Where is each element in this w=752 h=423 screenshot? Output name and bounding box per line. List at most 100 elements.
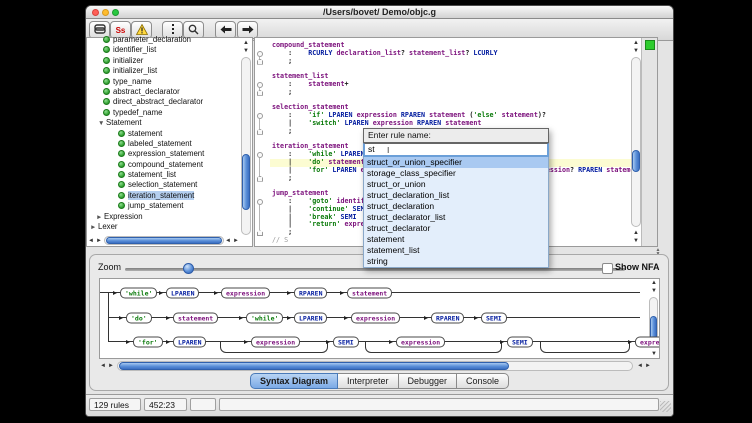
diagram-node-statement[interactable]: statement [173, 312, 218, 323]
tree-rule-type_name[interactable]: type_name [88, 77, 240, 87]
tree-scroll-right-button-2[interactable]: ► [232, 237, 240, 245]
rule-suggestion-item[interactable]: struct_or_union_specifier [364, 157, 548, 168]
railroad-diagram: ▲ ▼ ▲ ▼ 'while'LPARENexpressionRPARENsta… [99, 278, 660, 359]
tree-group-Lexer[interactable]: ►Lexer [88, 222, 240, 232]
tree-rule-typedef_name[interactable]: typedef_name [88, 108, 240, 118]
tree-horizontal-scrollbar[interactable] [104, 236, 224, 245]
tree-rule-direct_abstract_declarator[interactable]: direct_abstract_declarator [88, 97, 240, 107]
diagram-scroll-right-button-2[interactable]: ► [644, 362, 652, 370]
fold-open-icon[interactable] [257, 199, 263, 205]
tab-syntax-diagram[interactable]: Syntax Diagram [250, 373, 338, 389]
tree-rule-statement[interactable]: statement [88, 129, 240, 139]
diagram-node-LPAREN[interactable]: LPAREN [294, 312, 327, 323]
diagram-node-SEMI[interactable]: SEMI [333, 336, 359, 347]
tree-rule-identifier_list[interactable]: identifier_list [88, 45, 240, 55]
rule-suggestion-item[interactable]: struct_declarator [364, 223, 548, 234]
fold-open-icon[interactable] [257, 113, 263, 119]
diagram-scroll-up-button[interactable]: ▲ [649, 279, 659, 287]
diagram-node-SEMI[interactable]: SEMI [481, 312, 507, 323]
tree-vertical-scrollbar[interactable] [241, 57, 251, 235]
editor-scroll-down-button[interactable]: ▼ [631, 47, 641, 55]
editor-vertical-scroll-thumb[interactable] [632, 150, 640, 172]
diagram-scroll-down-button[interactable]: ▼ [649, 287, 659, 295]
diagram-node-for[interactable]: 'for' [133, 336, 163, 347]
diagram-node-expression[interactable]: expression [351, 312, 400, 323]
rule-suggestion-item[interactable]: storage_class_specifier [364, 168, 548, 179]
tree-rule-abstract_declarator[interactable]: abstract_declarator [88, 87, 240, 97]
diagram-node-do[interactable]: 'do' [126, 312, 152, 323]
rule-icon [118, 181, 125, 188]
tab-debugger[interactable]: Debugger [399, 373, 458, 389]
editor-scroll-up-button-2[interactable]: ▲ [631, 229, 641, 237]
fold-open-icon[interactable] [257, 152, 263, 158]
diagram-node-RPAREN[interactable]: RPAREN [431, 312, 464, 323]
tree-vertical-scroll-thumb[interactable] [242, 154, 250, 210]
title-bar[interactable]: /Users/bovet/ Demo/objc.g [86, 6, 673, 19]
chevron-right-icon[interactable]: ► [90, 223, 98, 233]
diagram-node-expression[interactable]: expression [635, 336, 660, 347]
diagram-vertical-scrollbar[interactable] [649, 297, 658, 340]
tree-rule-initializer_list[interactable]: initializer_list [88, 66, 240, 76]
tree-rule-jump_statement[interactable]: jump_statement [88, 201, 240, 211]
fold-close-icon[interactable] [257, 59, 263, 65]
zoom-slider[interactable] [125, 268, 625, 271]
diagram-horizontal-scroll-thumb[interactable] [119, 362, 509, 370]
tree-item-label: expression_statement [128, 149, 204, 158]
tree-rule-initializer[interactable]: initializer [88, 56, 240, 66]
fold-close-icon[interactable] [257, 90, 263, 96]
tree-rule-parameter_declaration[interactable]: parameter_declaration [88, 35, 240, 45]
diagram-node-RPAREN[interactable]: RPAREN [294, 287, 327, 298]
fold-close-icon[interactable] [257, 230, 263, 236]
tree-rule-compound_statement[interactable]: compound_statement [88, 160, 240, 170]
resize-grip[interactable] [660, 401, 671, 412]
editor-scroll-up-button[interactable]: ▲ [631, 39, 641, 47]
tree-scroll-left-button[interactable]: ◄ [87, 237, 95, 245]
rule-icon [118, 150, 125, 157]
tab-interpreter[interactable]: Interpreter [338, 373, 399, 389]
tree-scroll-right-button[interactable]: ► [95, 237, 103, 245]
tree-scroll-down-button[interactable]: ▼ [241, 47, 251, 55]
diagram-scroll-right-button[interactable]: ► [107, 362, 115, 370]
diagram-node-LPAREN[interactable]: LPAREN [166, 287, 199, 298]
tree-scroll-left-button-2[interactable]: ◄ [224, 237, 232, 245]
rule-suggestion-item[interactable]: statement [364, 234, 548, 245]
diagram-scroll-left-button[interactable]: ◄ [99, 362, 107, 370]
tree-scroll-up-button[interactable]: ▲ [241, 39, 251, 47]
rule-suggestion-item[interactable]: struct_declaration_list [364, 190, 548, 201]
rule-suggestion-item[interactable]: struct_declarator_list [364, 212, 548, 223]
tree-rule-expression_statement[interactable]: expression_statement [88, 149, 240, 159]
show-nfa-checkbox[interactable] [602, 263, 613, 274]
diagram-node-while[interactable]: 'while' [246, 312, 283, 323]
editor-scroll-down-button-2[interactable]: ▼ [631, 237, 641, 245]
diagram-horizontal-scrollbar[interactable] [117, 361, 633, 371]
diagram-node-LPAREN[interactable]: LPAREN [173, 336, 206, 347]
rule-suggestion-item[interactable]: struct_declaration [364, 201, 548, 212]
tree-horizontal-scroll-thumb[interactable] [106, 237, 222, 244]
rule-name-input[interactable]: stI [363, 143, 549, 157]
fold-open-icon[interactable] [257, 51, 263, 57]
rule-suggestion-item[interactable]: string [364, 256, 548, 267]
tree-rule-statement_list[interactable]: statement_list [88, 170, 240, 180]
diagram-node-expression[interactable]: expression [396, 336, 445, 347]
zoom-slider-thumb[interactable] [183, 263, 194, 274]
fold-open-icon[interactable] [257, 82, 263, 88]
tree-rule-selection_statement[interactable]: selection_statement [88, 180, 240, 190]
diagram-node-statement[interactable]: statement [347, 287, 392, 298]
diagram-scroll-down-button-2[interactable]: ▼ [649, 350, 659, 358]
tree-rule-labeled_statement[interactable]: labeled_statement [88, 139, 240, 149]
tab-console[interactable]: Console [457, 373, 509, 389]
editor-vertical-scrollbar[interactable] [631, 57, 641, 227]
diagram-node-SEMI[interactable]: SEMI [507, 336, 533, 347]
tree-group-Statement[interactable]: ▼Statement [88, 118, 240, 128]
status-message-cell [219, 398, 659, 411]
fold-close-icon[interactable] [257, 129, 263, 135]
diagram-scroll-left-button-2[interactable]: ◄ [636, 362, 644, 370]
rule-suggestion-item[interactable]: statement_list [364, 245, 548, 256]
diagram-node-expression[interactable]: expression [221, 287, 270, 298]
tree-rule-iteration_statement[interactable]: iteration_statement [88, 191, 240, 201]
diagram-node-while[interactable]: 'while' [120, 287, 157, 298]
rule-suggestion-item[interactable]: struct_or_union [364, 179, 548, 190]
tree-group-Expression[interactable]: ►Expression [88, 212, 240, 222]
diagram-node-expression[interactable]: expression [251, 336, 300, 347]
fold-close-icon[interactable] [257, 176, 263, 182]
